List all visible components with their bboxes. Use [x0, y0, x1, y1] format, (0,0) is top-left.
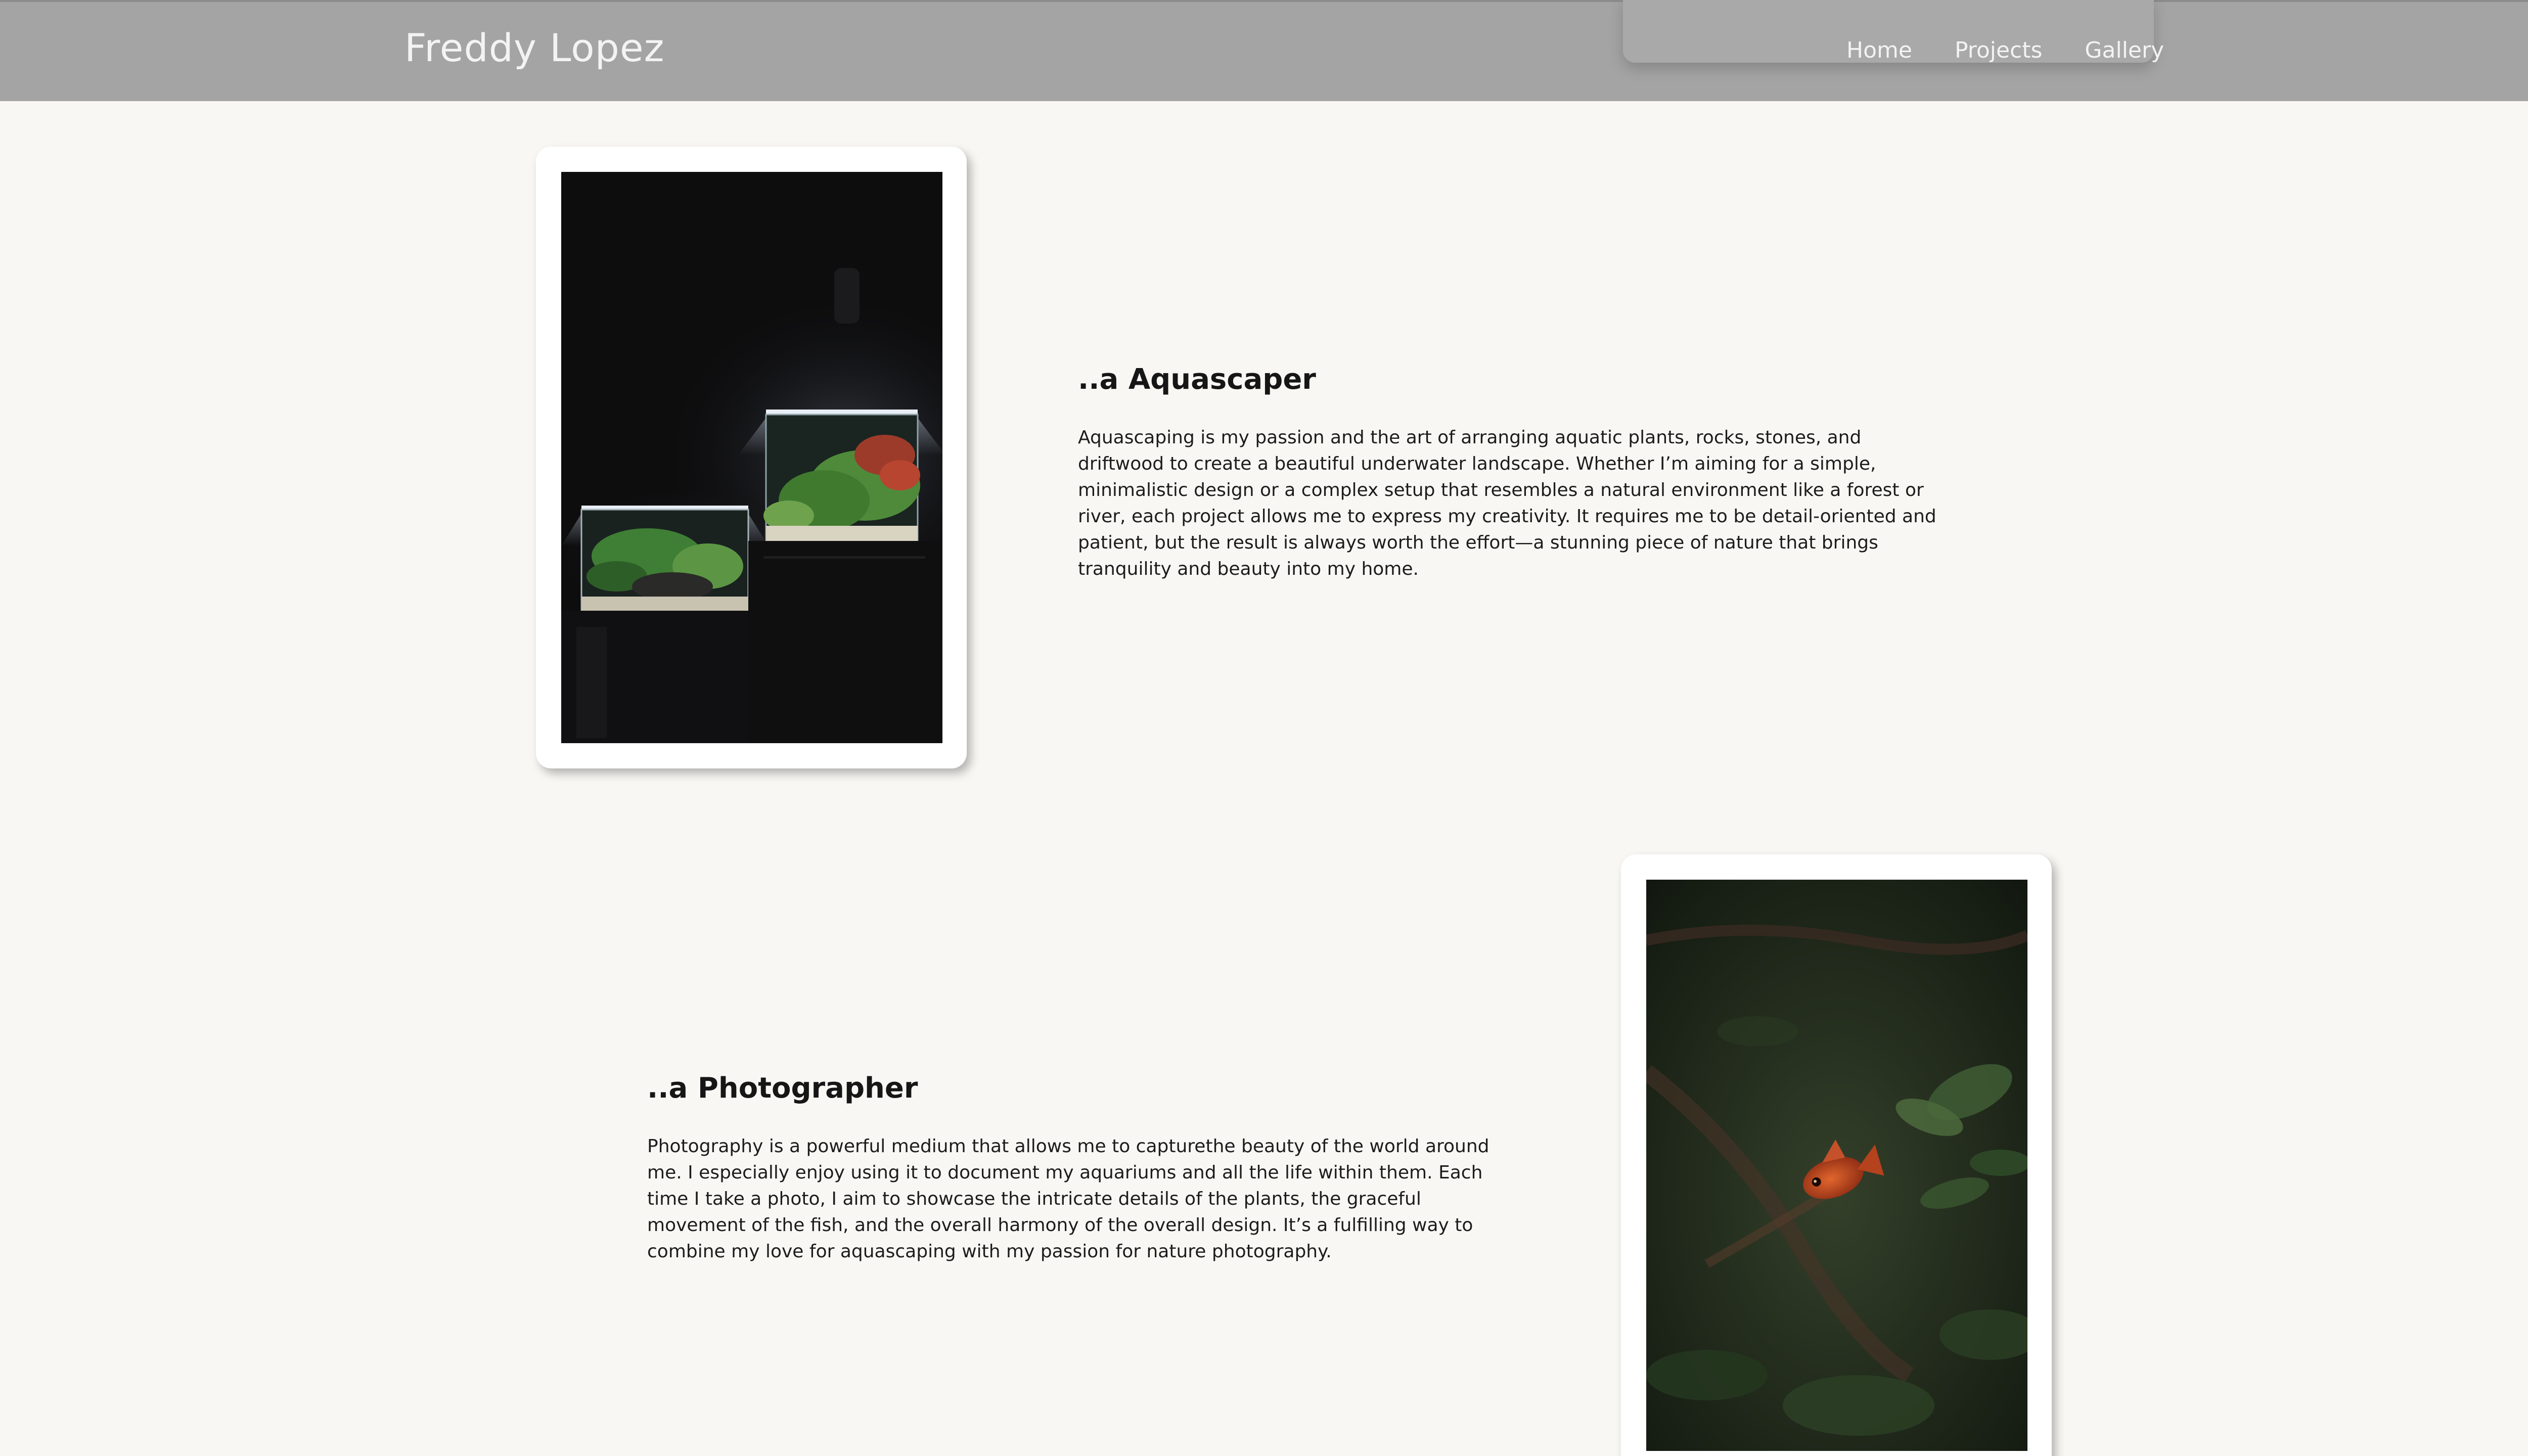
red-fish-photo	[1646, 880, 2027, 1451]
nav-projects-link[interactable]: Projects	[1955, 37, 2042, 63]
aquarium-tanks-photo	[561, 172, 942, 743]
red-fish-illustration	[1646, 880, 2027, 1451]
aquascaper-heading: ..a Aquascaper	[1078, 363, 1316, 396]
nav-gallery-link[interactable]: Gallery	[2085, 37, 2164, 63]
main-nav: Home Projects Gallery	[1846, 37, 2164, 63]
photographer-description: Photography is a powerful medium that al…	[647, 1136, 1489, 1262]
site-header: Freddy Lopez Home Projects Gallery	[0, 0, 2528, 101]
portfolio-page: Freddy Lopez Home Projects Gallery ..a A…	[0, 0, 2528, 1456]
photographer-heading: ..a Photographer	[647, 1072, 918, 1105]
aquascaper-description: Aquascaping is my passion and the art of…	[1078, 427, 1936, 579]
site-brand-link[interactable]: Freddy Lopez	[404, 25, 665, 70]
nav-home-link[interactable]: Home	[1846, 37, 1912, 63]
aquarium-tanks-illustration	[561, 172, 942, 743]
